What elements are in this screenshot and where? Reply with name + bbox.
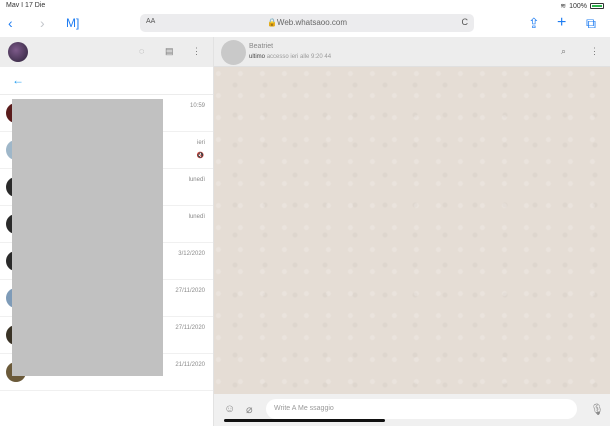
status-icon[interactable]: ◌ — [139, 46, 144, 56]
menu-icon[interactable]: ⋮ — [590, 46, 599, 57]
new-tab-icon[interactable]: + — [557, 15, 566, 31]
attach-icon[interactable]: ⌀ — [246, 403, 253, 416]
conversation-panel: Beatriet ultimo accesso ieri alle 9:20 4… — [214, 37, 610, 426]
microphone-icon[interactable]: 🎙 — [590, 403, 604, 416]
url-value: Web.whatsaoo.com — [276, 18, 348, 27]
tabs-icon[interactable]: ⧉ — [586, 15, 596, 31]
status-time: Mav I 17 Die — [6, 2, 46, 9]
chat-list-panel: ◌ ▤ ⋮ ← 10:59 ieri 🔇 lunedì lunedì 3/12/… — [0, 37, 214, 426]
chat-time: lunedì — [188, 214, 205, 220]
battery-text: 100% — [569, 2, 587, 10]
chat-time: 21/11/2020 — [175, 362, 205, 368]
conversation-header[interactable]: Beatriet ultimo accesso ieri alle 9:20 4… — [214, 37, 610, 67]
status-right: ≋ 100% — [560, 2, 604, 10]
search-icon[interactable]: ⌕ — [561, 46, 566, 57]
sidebar-header: ◌ ▤ ⋮ — [0, 37, 213, 67]
home-indicator — [224, 419, 385, 422]
wifi-icon: ≋ — [560, 3, 567, 10]
forward-icon[interactable]: › — [40, 15, 45, 31]
reload-icon[interactable]: C — [462, 17, 469, 27]
bookmarks-icon[interactable]: M] — [66, 15, 79, 31]
sidebar-back-row: ← — [0, 67, 213, 95]
contact-status: ultimo accesso ieri alle 9:20 44 — [249, 54, 331, 60]
message-area — [214, 67, 610, 394]
menu-icon[interactable]: ⋮ — [192, 46, 201, 57]
contact-avatar[interactable] — [221, 40, 246, 65]
emoji-icon[interactable]: ☺ — [224, 403, 235, 415]
chat-time: 10:59 — [189, 103, 205, 109]
share-icon[interactable]: ⇪ — [528, 15, 540, 31]
status-text: accesso ieri alle 9:20 44 — [266, 54, 332, 60]
chat-time: 27/11/2020 — [175, 325, 205, 331]
chat-time: 3/12/2020 — [178, 251, 205, 257]
back-arrow-icon[interactable]: ← — [12, 73, 24, 87]
message-input[interactable]: Write A Me ssaggio — [266, 399, 577, 419]
profile-avatar[interactable] — [8, 42, 28, 62]
ios-status-bar: Mav I 17 Die ≋ 100% — [0, 0, 610, 11]
status-prefix: ultimo — [249, 54, 266, 60]
browser-toolbar: ‹ › M] AA 🔒Web.whatsaoo.com C ⇪ + ⧉ — [0, 11, 610, 37]
chat-time: lunedì — [188, 177, 205, 183]
new-chat-icon[interactable]: ▤ — [165, 46, 174, 57]
address-bar[interactable]: AA 🔒Web.whatsaoo.com C — [140, 14, 474, 32]
muted-icon: 🔇 — [196, 153, 204, 159]
contact-name: Beatriet — [249, 43, 274, 50]
battery-icon — [590, 3, 604, 9]
back-icon[interactable]: ‹ — [8, 15, 13, 31]
redacted-area — [12, 99, 163, 376]
chat-time: 27/11/2020 — [175, 288, 205, 294]
url-text: 🔒Web.whatsaoo.com — [266, 18, 348, 27]
chat-time: ieri — [196, 140, 205, 146]
